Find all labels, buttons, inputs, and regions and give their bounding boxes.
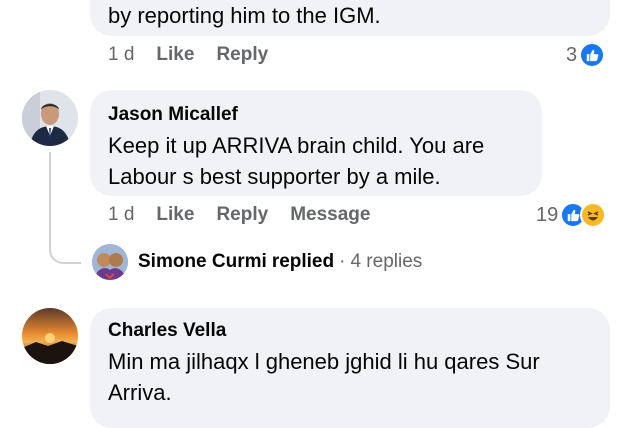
reply-button[interactable]: Reply: [216, 204, 268, 226]
comment-author[interactable]: Charles Vella: [108, 320, 226, 342]
comment-text: Min ma jilhaqx l gheneb jghid li hu qare…: [108, 349, 540, 405]
avatar[interactable]: [22, 308, 78, 364]
thread-line: [49, 152, 81, 264]
comment-bubble-previous: by reporting him to the IGM.: [90, 0, 610, 36]
separator: ·: [339, 251, 346, 272]
avatar[interactable]: [22, 90, 78, 146]
comment-text-previous: by reporting him to the IGM.: [108, 3, 381, 28]
message-button[interactable]: Message: [290, 204, 370, 226]
comment-time[interactable]: 1 d: [108, 44, 134, 66]
comment-author[interactable]: Jason Micallef: [108, 104, 238, 126]
replied-label: replied: [271, 251, 335, 272]
reaction-summary[interactable]: 19: [536, 202, 607, 228]
haha-reaction-icon: [580, 202, 607, 228]
reaction-count: 3: [566, 43, 578, 66]
replies-summary[interactable]: Simone Curmi replied · 4 replies: [92, 244, 422, 280]
reply-author[interactable]: Simone Curmi: [138, 251, 267, 273]
comment-actions: 1 d Like Reply Message: [108, 204, 392, 226]
replies-count[interactable]: 4 replies: [350, 251, 422, 273]
comment-bubble: Charles Vella Min ma jilhaqx l gheneb jg…: [90, 308, 610, 428]
like-button[interactable]: Like: [156, 44, 194, 66]
comment-time[interactable]: 1 d: [108, 204, 134, 226]
like-button[interactable]: Like: [156, 204, 194, 226]
comment-actions-previous: 1 d Like Reply: [108, 44, 290, 66]
avatar: [92, 244, 128, 280]
comment-text: Keep it up ARRIVA brain child. You are L…: [108, 133, 485, 189]
like-reaction-icon: [579, 42, 606, 68]
comment-bubble: Jason Micallef Keep it up ARRIVA brain c…: [90, 90, 542, 196]
reply-button[interactable]: Reply: [216, 44, 268, 66]
reaction-summary[interactable]: 3: [566, 42, 606, 68]
reaction-count: 19: [536, 203, 559, 226]
